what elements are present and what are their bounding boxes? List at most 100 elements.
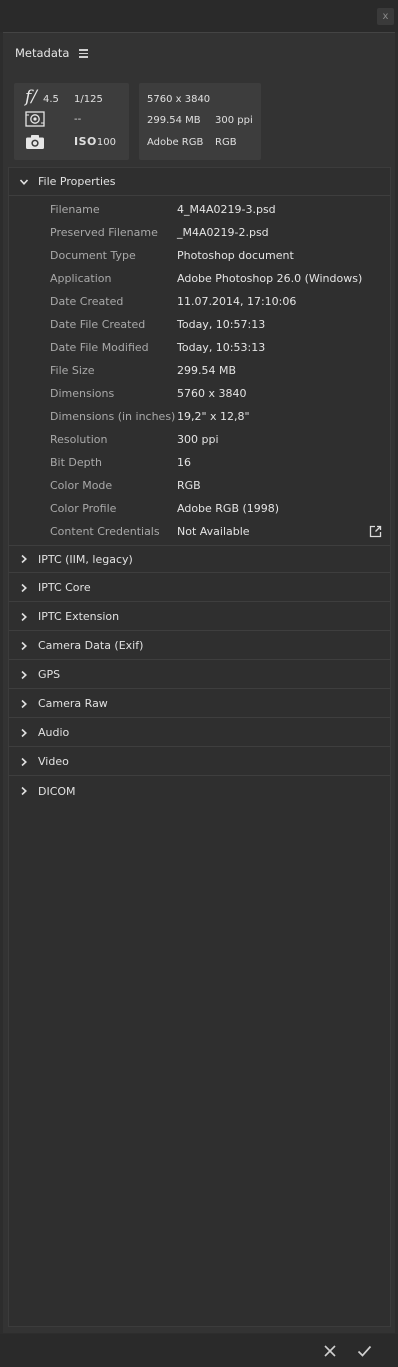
section-audio[interactable]: Audio bbox=[9, 719, 390, 747]
cancel-button[interactable] bbox=[319, 1340, 341, 1362]
property-row: File Size 299.54 MB bbox=[9, 359, 390, 382]
metadata-window: x Metadata f/ 4.5 1/125 -- ISO100 5760 x… bbox=[0, 0, 398, 1367]
property-value: Today, 10:53:13 bbox=[177, 341, 266, 354]
property-label: Application bbox=[50, 272, 112, 285]
property-value: Photoshop document bbox=[177, 249, 294, 262]
property-value: _M4A0219-2.psd bbox=[177, 226, 269, 239]
section-label: File Properties bbox=[38, 175, 116, 188]
property-label: Filename bbox=[50, 203, 100, 216]
section-camera-data[interactable]: Camera Data (Exif) bbox=[9, 632, 390, 660]
chevron-right-icon bbox=[14, 719, 34, 747]
panel-title: Metadata bbox=[15, 46, 70, 60]
property-label: Dimensions (in inches) bbox=[50, 410, 176, 423]
checkmark-icon bbox=[357, 1345, 371, 1357]
property-label: Color Mode bbox=[50, 479, 113, 492]
property-label: Date File Modified bbox=[50, 341, 149, 354]
confirm-button[interactable] bbox=[353, 1340, 375, 1362]
chevron-right-icon bbox=[14, 545, 34, 573]
section-dicom[interactable]: DICOM bbox=[9, 777, 390, 805]
window-top-bar: x bbox=[0, 0, 398, 32]
property-row: Application Adobe Photoshop 26.0 (Window… bbox=[9, 267, 390, 290]
property-value: 300 ppi bbox=[177, 433, 219, 446]
hamburger-menu-icon[interactable] bbox=[79, 49, 89, 58]
property-row: Color Mode RGB bbox=[9, 474, 390, 497]
chevron-right-icon bbox=[14, 661, 34, 689]
property-label: File Size bbox=[50, 364, 95, 377]
property-row: Date File Created Today, 10:57:13 bbox=[9, 313, 390, 336]
property-row: Content Credentials Not Available bbox=[9, 520, 390, 543]
property-row: Date Created 11.07.2014, 17:10:06 bbox=[9, 290, 390, 313]
section-label: Video bbox=[38, 755, 69, 768]
property-row: Color Profile Adobe RGB (1998) bbox=[9, 497, 390, 520]
section-label: Camera Raw bbox=[38, 697, 108, 710]
summary-file-size: 299.54 MB bbox=[147, 115, 201, 126]
property-row: Dimensions (in inches) 19,2" x 12,8" bbox=[9, 405, 390, 428]
window-close-button[interactable]: x bbox=[377, 8, 394, 25]
property-label: Preserved Filename bbox=[50, 226, 158, 239]
property-label: Content Credentials bbox=[50, 525, 160, 538]
iso-value: 100 bbox=[96, 137, 116, 148]
property-row: Dimensions 5760 x 3840 bbox=[9, 382, 390, 405]
summary-resolution: 300 ppi bbox=[215, 115, 253, 126]
section-label: IPTC Extension bbox=[38, 610, 120, 623]
property-label: Document Type bbox=[50, 249, 136, 262]
property-label: Date File Created bbox=[50, 318, 146, 331]
section-video[interactable]: Video bbox=[9, 748, 390, 776]
property-row: Resolution 300 ppi bbox=[9, 428, 390, 451]
property-row: Filename 4_M4A0219-3.psd bbox=[9, 198, 390, 221]
chevron-right-icon bbox=[14, 748, 34, 776]
chevron-right-icon bbox=[14, 632, 34, 660]
summary-color-profile: Adobe RGB bbox=[147, 137, 204, 148]
f-stop-icon: f/ bbox=[25, 87, 38, 107]
property-value: Adobe RGB (1998) bbox=[177, 502, 280, 515]
summary-color-mode: RGB bbox=[215, 137, 237, 148]
property-row: Preserved Filename _M4A0219-2.psd bbox=[9, 221, 390, 244]
property-value: RGB bbox=[177, 479, 201, 492]
property-row: Bit Depth 16 bbox=[9, 451, 390, 474]
property-label: Color Profile bbox=[50, 502, 117, 515]
image-summary-box: 5760 x 3840 299.54 MB 300 ppi Adobe RGB … bbox=[139, 83, 261, 160]
property-row: Document Type Photoshop document bbox=[9, 244, 390, 267]
chevron-right-icon bbox=[14, 574, 34, 602]
camera-icon bbox=[25, 134, 45, 153]
property-value: 299.54 MB bbox=[177, 364, 237, 377]
chevron-right-icon bbox=[14, 777, 34, 805]
section-iptc-extension[interactable]: IPTC Extension bbox=[9, 603, 390, 631]
external-link-icon[interactable] bbox=[369, 525, 382, 538]
property-value: 16 bbox=[177, 456, 191, 469]
property-value: 4_M4A0219-3.psd bbox=[177, 203, 276, 216]
section-gps[interactable]: GPS bbox=[9, 661, 390, 689]
panel-header: Metadata bbox=[15, 45, 89, 61]
chevron-right-icon bbox=[14, 690, 34, 718]
property-value: Not Available bbox=[177, 525, 250, 538]
camera-summary-box: f/ 4.5 1/125 -- ISO100 bbox=[14, 83, 129, 160]
property-value: Adobe Photoshop 26.0 (Windows) bbox=[177, 272, 363, 285]
section-camera-raw[interactable]: Camera Raw bbox=[9, 690, 390, 718]
property-value: 19,2" x 12,8" bbox=[177, 410, 250, 423]
metadata-panel: Metadata f/ 4.5 1/125 -- ISO100 5760 x 3… bbox=[3, 32, 395, 1333]
metering-icon bbox=[25, 111, 45, 130]
section-file-properties[interactable]: File Properties bbox=[9, 168, 390, 196]
dialog-footer bbox=[0, 1334, 398, 1367]
aperture-value: 4.5 bbox=[43, 94, 59, 105]
section-label: IPTC Core bbox=[38, 581, 91, 594]
property-row: Date File Modified Today, 10:53:13 bbox=[9, 336, 390, 359]
section-iptc-core[interactable]: IPTC Core bbox=[9, 574, 390, 602]
section-label: Camera Data (Exif) bbox=[38, 639, 144, 652]
metadata-sections-list: File Properties Filename 4_M4A0219-3.psd… bbox=[8, 167, 391, 1327]
property-label: Resolution bbox=[50, 433, 108, 446]
property-value: 5760 x 3840 bbox=[177, 387, 247, 400]
iso-label: ISO bbox=[74, 135, 97, 148]
property-value: Today, 10:57:13 bbox=[177, 318, 266, 331]
close-icon bbox=[324, 1345, 336, 1357]
section-label: IPTC (IIM, legacy) bbox=[38, 552, 133, 566]
property-label: Date Created bbox=[50, 295, 124, 308]
section-label: DICOM bbox=[38, 784, 76, 798]
section-label: Audio bbox=[38, 726, 70, 739]
close-icon: x bbox=[382, 11, 389, 22]
iso-display: ISO100 bbox=[74, 135, 116, 148]
property-value: 11.07.2014, 17:10:06 bbox=[177, 295, 297, 308]
shutter-speed-value: 1/125 bbox=[74, 94, 103, 105]
property-label: Bit Depth bbox=[50, 456, 102, 469]
section-iptc-iim[interactable]: IPTC (IIM, legacy) bbox=[9, 545, 390, 573]
